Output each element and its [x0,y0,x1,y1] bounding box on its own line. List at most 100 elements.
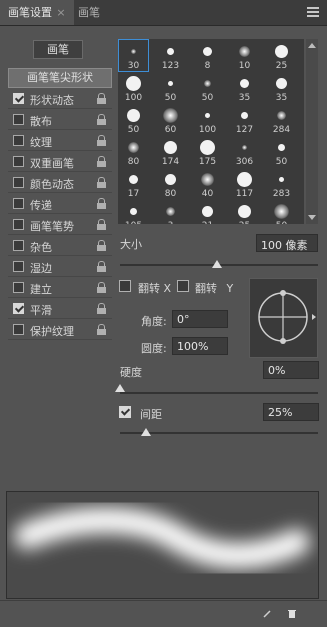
brush-tip-preset[interactable]: 284 [266,103,297,136]
option-row[interactable]: 建立 [8,278,112,298]
lock-icon[interactable] [97,240,106,251]
flip-x-checkbox[interactable] [119,280,131,292]
lock-icon[interactable] [97,156,106,167]
lock-icon[interactable] [97,219,106,230]
brush-tip-preset[interactable]: 100 [192,103,223,136]
option-row[interactable]: 纹理 [8,131,112,151]
brush-tip-preset[interactable]: 35 [266,71,297,104]
brush-tip-preset[interactable]: 80 [118,135,149,168]
lock-icon[interactable] [97,93,106,104]
tab-brushes[interactable]: 画笔 [70,0,108,25]
brush-tip-preset[interactable]: 17 [118,167,149,200]
option-row[interactable]: 形状动态 [8,89,112,109]
trash-icon[interactable] [287,609,297,619]
brush-button[interactable]: 画笔 [33,40,83,59]
option-row[interactable]: 散布 [8,110,112,130]
spacing-field[interactable]: 25% [263,403,319,421]
brush-tip-thumbnail [236,203,253,220]
brush-tip-preset[interactable]: 50 [118,103,149,136]
lock-icon[interactable] [97,177,106,188]
lock-icon[interactable] [97,114,106,125]
hardness-label: 硬度 [120,366,142,379]
hamburger-menu-icon[interactable] [307,5,321,19]
spacing-checkbox[interactable] [119,406,131,418]
option-checkbox[interactable] [13,198,24,209]
brush-tip-preset[interactable]: 175 [192,135,223,168]
brush-tip-preset[interactable]: 100 [118,71,149,104]
hardness-field[interactable]: 0% [263,361,319,379]
size-field[interactable]: 100 像素 [256,234,318,252]
option-row[interactable]: 颜色动态 [8,173,112,193]
brush-tip-preset[interactable]: 60 [155,103,186,136]
option-checkbox[interactable] [13,219,24,230]
brush-tip-preset[interactable]: 25 [266,39,297,72]
brush-tip-preset[interactable]: 306 [229,135,260,168]
option-row[interactable]: 湿边 [8,257,112,277]
brush-tip-preset[interactable]: 35 [229,71,260,104]
option-checkbox[interactable] [13,261,24,272]
brush-tip-preset[interactable]: 50 [155,71,186,104]
brush-tip-preset[interactable]: 283 [266,167,297,200]
brush-tip-preset[interactable]: 40 [192,167,223,200]
option-row[interactable]: 双重画笔 [8,152,112,172]
option-checkbox[interactable] [13,93,24,104]
option-checkbox[interactable] [13,156,24,167]
create-new-preset-icon[interactable] [262,609,272,619]
roundness-field[interactable]: 100% [172,337,228,355]
brush-tip-preset[interactable]: 3 [155,199,186,224]
brush-tip-thumbnail [162,43,179,60]
brush-tip-preset[interactable]: 123 [155,39,186,72]
option-row[interactable]: 画笔笔势 [8,215,112,235]
spacing-slider-thumb[interactable] [140,428,151,436]
option-checkbox[interactable] [13,114,24,125]
scroll-up-arrow-icon[interactable] [308,43,316,48]
brush-tip-preset[interactable]: 30 [118,39,149,72]
brush-tip-thumbnail [199,139,216,156]
lock-icon[interactable] [97,135,106,146]
tab-brush-settings[interactable]: 画笔设置 × [0,0,74,25]
option-row[interactable]: 传递 [8,194,112,214]
angle-field[interactable]: 0° [172,310,228,328]
brush-tip-size: 50 [127,125,140,135]
option-checkbox[interactable] [13,324,24,335]
scroll-down-arrow-icon[interactable] [308,215,316,220]
close-icon[interactable]: × [56,0,66,25]
brush-tip-size: 60 [164,125,177,135]
brush-tip-thumbnail [273,171,290,188]
brush-tip-preset[interactable]: 80 [155,167,186,200]
hardness-slider-thumb[interactable] [115,384,125,392]
brush-tip-preset[interactable]: 21 [192,199,223,224]
lock-icon[interactable] [97,261,106,272]
brush-tip-preset[interactable]: 117 [229,167,260,200]
option-checkbox[interactable] [13,240,24,251]
option-row[interactable]: 平滑 [8,299,112,319]
brush-tip-preset[interactable]: 8 [192,39,223,72]
brush-tip-preset[interactable]: 50 [266,199,297,224]
brush-tip-preset[interactable]: 10 [229,39,260,72]
flip-y-checkbox[interactable] [177,280,189,292]
brush-tip-preset[interactable]: 174 [155,135,186,168]
lock-icon[interactable] [97,303,106,314]
option-row[interactable]: 杂色 [8,236,112,256]
angle-roundness-widget[interactable] [249,278,318,358]
brush-tip-preset[interactable]: 50 [192,71,223,104]
option-row[interactable]: 保护纹理 [8,320,112,340]
grid-scrollbar[interactable] [306,39,318,224]
lock-icon[interactable] [97,198,106,209]
lock-icon[interactable] [97,282,106,293]
brush-tip-preset[interactable]: 127 [229,103,260,136]
brush-tip-size: 175 [198,157,217,167]
hardness-slider-track[interactable] [120,392,318,394]
option-checkbox[interactable] [13,282,24,293]
brush-tip-shape-button[interactable]: 画笔笔尖形状 [8,68,112,88]
brush-tip-preset[interactable]: 105 [118,199,149,224]
brush-tip-preset[interactable]: 25 [229,199,260,224]
brush-tip-preset[interactable]: 50 [266,135,297,168]
option-checkbox[interactable] [13,177,24,188]
option-label: 颜色动态 [30,178,74,191]
option-checkbox[interactable] [13,135,24,146]
option-checkbox[interactable] [13,303,24,314]
brush-tip-thumbnail [125,43,142,60]
size-slider-thumb[interactable] [212,260,223,268]
lock-icon[interactable] [97,324,106,335]
